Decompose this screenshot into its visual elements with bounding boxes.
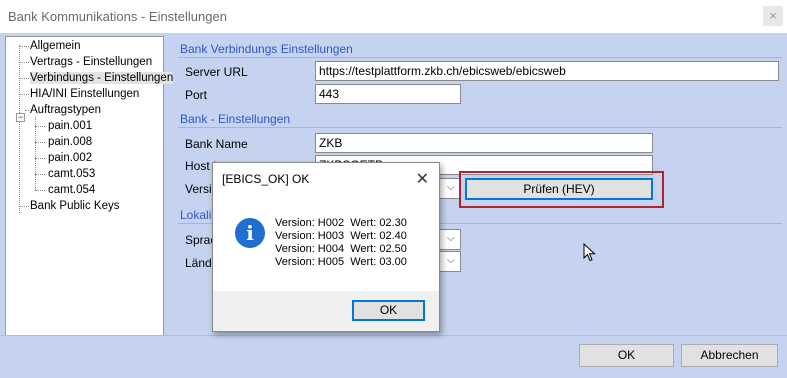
tree-item-camt053[interactable]: camt.053 xyxy=(48,167,95,182)
tree-connector-line xyxy=(35,117,36,190)
dialog-ok-button[interactable]: OK xyxy=(352,300,425,321)
tree-item-label: Verbindungs - Einstellungen xyxy=(30,72,174,84)
tree-connector-line xyxy=(35,174,45,175)
tree-item-label: HIA/INI Einstellungen xyxy=(30,88,140,100)
tree-connector-line xyxy=(19,62,29,63)
tree-item-allgemein[interactable]: Allgemein xyxy=(30,39,81,54)
server-url-input[interactable]: https://testplattform.zkb.ch/ebicsweb/eb… xyxy=(315,61,779,81)
tree-connector-line xyxy=(35,126,45,127)
section-divider xyxy=(178,127,782,128)
chevron-down-icon: ⌵ xyxy=(447,255,455,266)
tree-connector-line xyxy=(19,206,29,207)
dialog-message-line: Version: H003 Wert: 02.40 xyxy=(275,230,407,242)
chevron-down-icon: ⌵ xyxy=(447,182,455,193)
ebics-ok-dialog: [EBICS_OK] OK ✕ i Version: H002 Wert: 02… xyxy=(212,162,440,332)
settings-tree: − Allgemein Vertrags - Einstellungen Ver… xyxy=(5,36,174,336)
tree-connector-line xyxy=(35,142,45,143)
tree-item-verbindungs[interactable]: Verbindungs - Einstellungen xyxy=(30,71,174,86)
section-divider xyxy=(178,57,782,58)
tree-item-label: camt.053 xyxy=(48,168,96,180)
tree-item-label: Auftragstypen xyxy=(30,104,101,116)
window-close-button[interactable]: × xyxy=(763,6,783,26)
tree-item-auftragstypen[interactable]: Auftragstypen xyxy=(30,103,101,118)
dialog-footer: OK xyxy=(213,291,439,331)
tree-item-label: Bank Public Keys xyxy=(30,200,120,212)
server-url-label: Server URL xyxy=(185,65,248,79)
port-label: Port xyxy=(185,88,208,102)
tree-connector-line xyxy=(35,158,45,159)
dialog-message-line: Version: H002 Wert: 02.30 xyxy=(275,217,407,229)
ok-button[interactable]: OK xyxy=(579,344,674,367)
tree-item-hia-ini[interactable]: HIA/INI Einstellungen xyxy=(30,87,139,102)
annotation-highlight-box xyxy=(459,171,664,208)
tree-connector-line xyxy=(25,110,29,111)
tree-item-label: pain.008 xyxy=(48,136,93,148)
title-bar: Bank Kommunikations - Einstellungen × xyxy=(0,0,787,33)
tree-connector-line xyxy=(19,45,20,213)
dialog-body: i Version: H002 Wert: 02.30 Version: H00… xyxy=(213,193,439,291)
tree-item-camt054[interactable]: camt.054 xyxy=(48,183,95,198)
bank-name-input[interactable]: ZKB xyxy=(315,133,653,153)
tree-item-pain008[interactable]: pain.008 xyxy=(48,135,92,150)
mouse-cursor-icon xyxy=(583,243,596,262)
chevron-down-icon: ⌵ xyxy=(447,233,455,244)
dialog-close-button[interactable]: ✕ xyxy=(416,169,429,189)
tree-item-label: Allgemein xyxy=(30,40,81,52)
settings-window: Bank Kommunikations - Einstellungen × − … xyxy=(0,0,787,378)
tree-item-pain002[interactable]: pain.002 xyxy=(48,151,92,166)
tree-item-label: camt.054 xyxy=(48,184,96,196)
tree-item-bank-public-keys[interactable]: Bank Public Keys xyxy=(30,199,120,214)
info-icon: i xyxy=(235,218,265,248)
tree-item-label: Vertrags - Einstellungen xyxy=(30,56,153,68)
window-title: Bank Kommunikations - Einstellungen xyxy=(8,9,227,24)
tree-connector-line xyxy=(35,190,45,191)
dialog-message-line: Version: H005 Wert: 03.00 xyxy=(275,256,407,268)
tree-connector-line xyxy=(19,46,29,47)
dialog-title: [EBICS_OK] OK xyxy=(222,172,310,186)
tree-connector-line xyxy=(19,94,29,95)
tree-connector-line xyxy=(19,78,29,79)
connection-section-title: Bank Verbindungs Einstellungen xyxy=(180,42,353,56)
dialog-title-bar: [EBICS_OK] OK ✕ xyxy=(213,163,439,193)
port-input[interactable]: 443 xyxy=(315,84,461,104)
bank-name-label: Bank Name xyxy=(185,137,248,151)
cancel-button[interactable]: Abbrechen xyxy=(681,344,778,367)
bank-section-title: Bank - Einstellungen xyxy=(180,112,291,126)
tree-collapse-toggle[interactable]: − xyxy=(16,113,25,122)
dialog-message-line: Version: H004 Wert: 02.50 xyxy=(275,243,407,255)
tree-item-label: pain.002 xyxy=(48,152,93,164)
tree-item-pain001[interactable]: pain.001 xyxy=(48,119,92,134)
tree-item-label: pain.001 xyxy=(48,120,93,132)
tree-item-vertrags[interactable]: Vertrags - Einstellungen xyxy=(30,55,152,70)
